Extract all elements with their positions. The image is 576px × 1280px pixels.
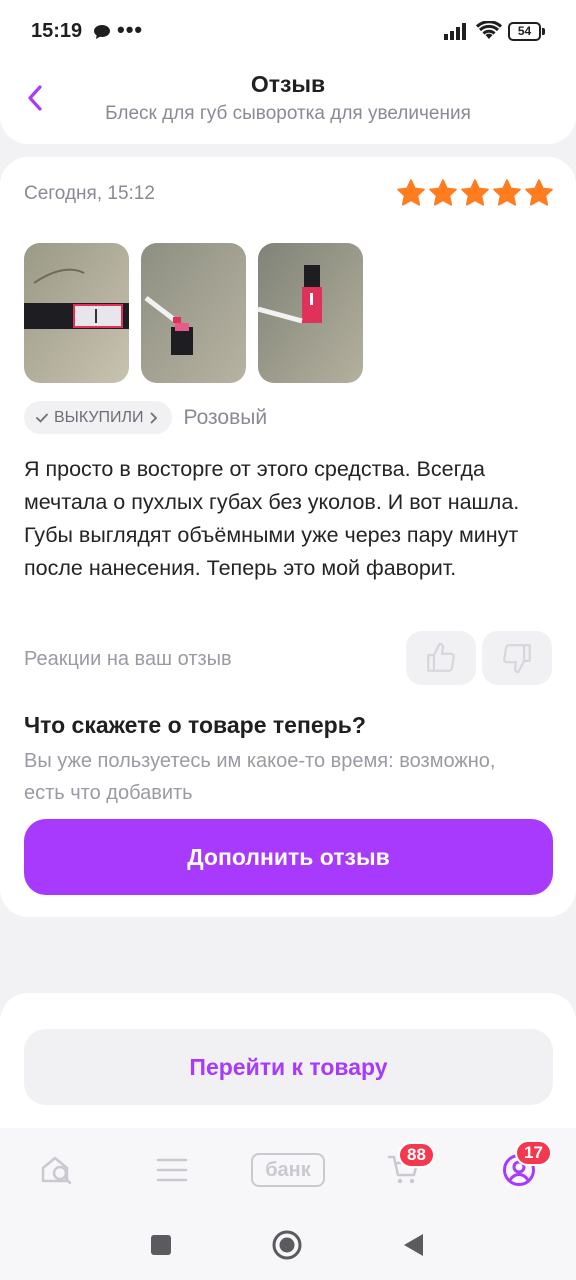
purchased-badge[interactable]: ВЫКУПИЛИ [24, 401, 172, 434]
dislike-button[interactable] [482, 631, 552, 685]
home-button[interactable] [272, 1230, 302, 1260]
review-photos [24, 243, 363, 383]
star-icon [461, 179, 489, 206]
status-time: 15:19 [31, 20, 83, 42]
add-to-review-button[interactable]: Дополнить отзыв [24, 819, 553, 895]
status-bar: 15:19 ••• 54 [0, 0, 576, 62]
back-nav-button[interactable] [398, 1230, 428, 1260]
tab-bank[interactable]: банк [250, 1150, 326, 1190]
chevron-right-icon [150, 412, 157, 423]
star-icon [429, 179, 457, 206]
profile-badge: 17 [515, 1140, 552, 1166]
cta-description: Вы уже пользуетесь им какое-то время: во… [24, 750, 496, 804]
battery-level: 54 [508, 22, 541, 41]
cart-badge: 88 [398, 1142, 435, 1168]
review-photo-1[interactable] [24, 243, 129, 383]
triangle-back-icon [404, 1234, 423, 1256]
purchased-badge-label: ВЫКУПИЛИ [54, 408, 144, 426]
page-header: Отзыв Блеск для губ сыворотка для увелич… [0, 62, 576, 144]
system-nav-bar [0, 1208, 576, 1280]
star-icon [525, 179, 553, 206]
review-photo-2[interactable] [141, 243, 246, 383]
reactions-label: Реакции на ваш отзыв [24, 648, 232, 670]
tab-catalog[interactable] [156, 1150, 188, 1190]
thumbs-down-icon [503, 644, 531, 674]
bank-label: банк [265, 1158, 311, 1181]
page-title: Отзыв [250, 71, 326, 97]
circle-icon [272, 1230, 302, 1260]
product-name: Блеск для губ сыворотка для увеличения [105, 103, 471, 124]
recent-apps-button[interactable] [146, 1230, 176, 1260]
signal-icon [444, 22, 470, 45]
star-icon [397, 179, 425, 206]
battery-icon: 54 [508, 22, 546, 41]
go-to-product-button[interactable]: Перейти к товару [24, 1029, 553, 1105]
wifi-icon [475, 20, 503, 46]
menu-icon [156, 1158, 188, 1182]
product-link-card: Перейти к товару [0, 993, 576, 1143]
product-variant: Розовый [183, 405, 268, 429]
star-icon [493, 179, 521, 206]
bottom-tab-bar: банк 88 17 [0, 1128, 576, 1208]
more-notifications-icon: ••• [117, 17, 144, 42]
review-date: Сегодня, 15:12 [24, 183, 155, 204]
cta-title: Что скажете о товаре теперь? [24, 712, 366, 738]
badge-row: ВЫКУПИЛИ Розовый [24, 401, 267, 434]
thumbs-up-icon [427, 642, 455, 672]
review-card: Сегодня, 15:12 ВЫКУПИЛИ Розовый Я просто… [0, 157, 576, 917]
review-photo-3[interactable] [258, 243, 363, 383]
rating-stars [396, 178, 554, 208]
review-text: Я просто в восторге от этого средства. В… [24, 457, 520, 580]
like-button[interactable] [406, 631, 476, 685]
tab-home[interactable] [40, 1150, 76, 1190]
check-icon [36, 413, 48, 423]
home-search-icon [41, 1156, 72, 1185]
chat-notification-icon [93, 24, 111, 45]
bank-icon: банк [251, 1153, 325, 1187]
square-icon [151, 1235, 171, 1255]
